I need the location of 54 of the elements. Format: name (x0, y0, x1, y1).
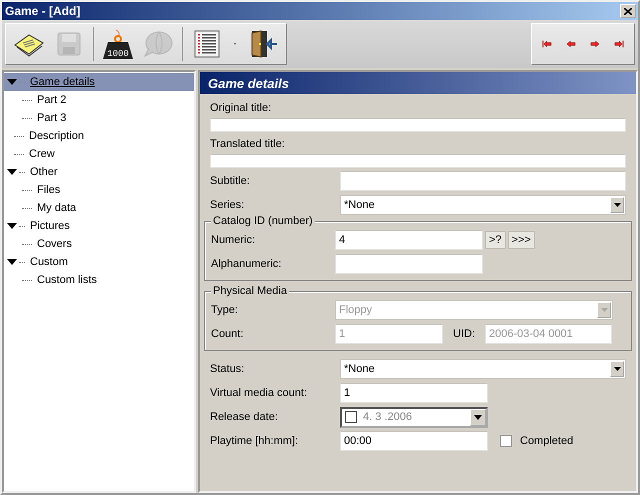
collapse-arrow-icon[interactable] (7, 259, 17, 265)
dropdown-field[interactable]: *None (340, 195, 626, 215)
field-label: Status: (210, 363, 246, 375)
document-list-icon (194, 30, 220, 58)
checkbox[interactable] (500, 435, 512, 447)
dropdown-arrow-icon (614, 203, 620, 207)
tree-item[interactable]: Custom lists (4, 271, 194, 289)
input-field[interactable]: 4 (335, 230, 483, 250)
small-button[interactable]: >? (485, 231, 506, 249)
field-label: Original title: (210, 100, 272, 116)
dropdown-arrow-icon (474, 414, 482, 420)
input-field[interactable] (210, 118, 626, 132)
input-field[interactable] (210, 154, 626, 168)
field-label: Alphanumeric: (211, 258, 282, 270)
dropdown-arrow-icon (600, 308, 608, 312)
dropdown-field[interactable]: *None (340, 359, 626, 379)
collapse-arrow-icon[interactable] (7, 79, 17, 85)
field-label: UID: (452, 328, 476, 340)
tree-item[interactable]: Covers (4, 235, 194, 253)
tree-item[interactable]: Part 2 (4, 91, 194, 109)
field-label: Series: (210, 199, 246, 211)
tree-item[interactable]: Custom (4, 253, 194, 271)
input-field[interactable]: 1 (340, 383, 488, 403)
field-label: Playtime [hh:mm]: (210, 435, 300, 447)
field-label: Numeric: (211, 234, 256, 246)
date-picker[interactable]: 4. 3 .2006 (340, 406, 488, 428)
field-label: Type: (211, 304, 239, 316)
panel-header: Game details (200, 72, 636, 94)
small-button[interactable]: >>> (508, 231, 535, 249)
group-title: Catalog ID (number) (211, 215, 315, 227)
tree-item[interactable]: Crew (4, 145, 194, 163)
tree-item[interactable]: My data (4, 199, 194, 217)
dropdown-arrow-icon (614, 367, 620, 371)
tree-item[interactable]: Part 3 (4, 109, 194, 127)
input-field[interactable] (335, 254, 483, 274)
field-label: Virtual media count: (210, 387, 308, 399)
group-title: Physical Media (211, 285, 289, 297)
tree-item[interactable]: Other (4, 163, 194, 181)
window-title: Game - [Add] (5, 4, 80, 18)
input-field[interactable]: 00:00 (340, 431, 488, 451)
field-label: Translated title: (210, 136, 286, 152)
collapse-arrow-icon[interactable] (7, 223, 17, 229)
checkbox-label: Completed (520, 435, 574, 447)
tree-item[interactable]: Pictures (4, 217, 194, 235)
tree-item[interactable]: Game details (4, 73, 194, 91)
field-label: Release date: (210, 411, 279, 423)
tree-item[interactable]: Description (4, 127, 194, 145)
close-icon (624, 8, 632, 14)
close-button[interactable] (620, 4, 636, 18)
field-label: Subtitle: (210, 175, 251, 187)
collapse-arrow-icon[interactable] (7, 169, 17, 175)
input-field[interactable] (340, 171, 626, 191)
field-label: Count: (211, 328, 244, 340)
tree-item[interactable]: Files (4, 181, 194, 199)
